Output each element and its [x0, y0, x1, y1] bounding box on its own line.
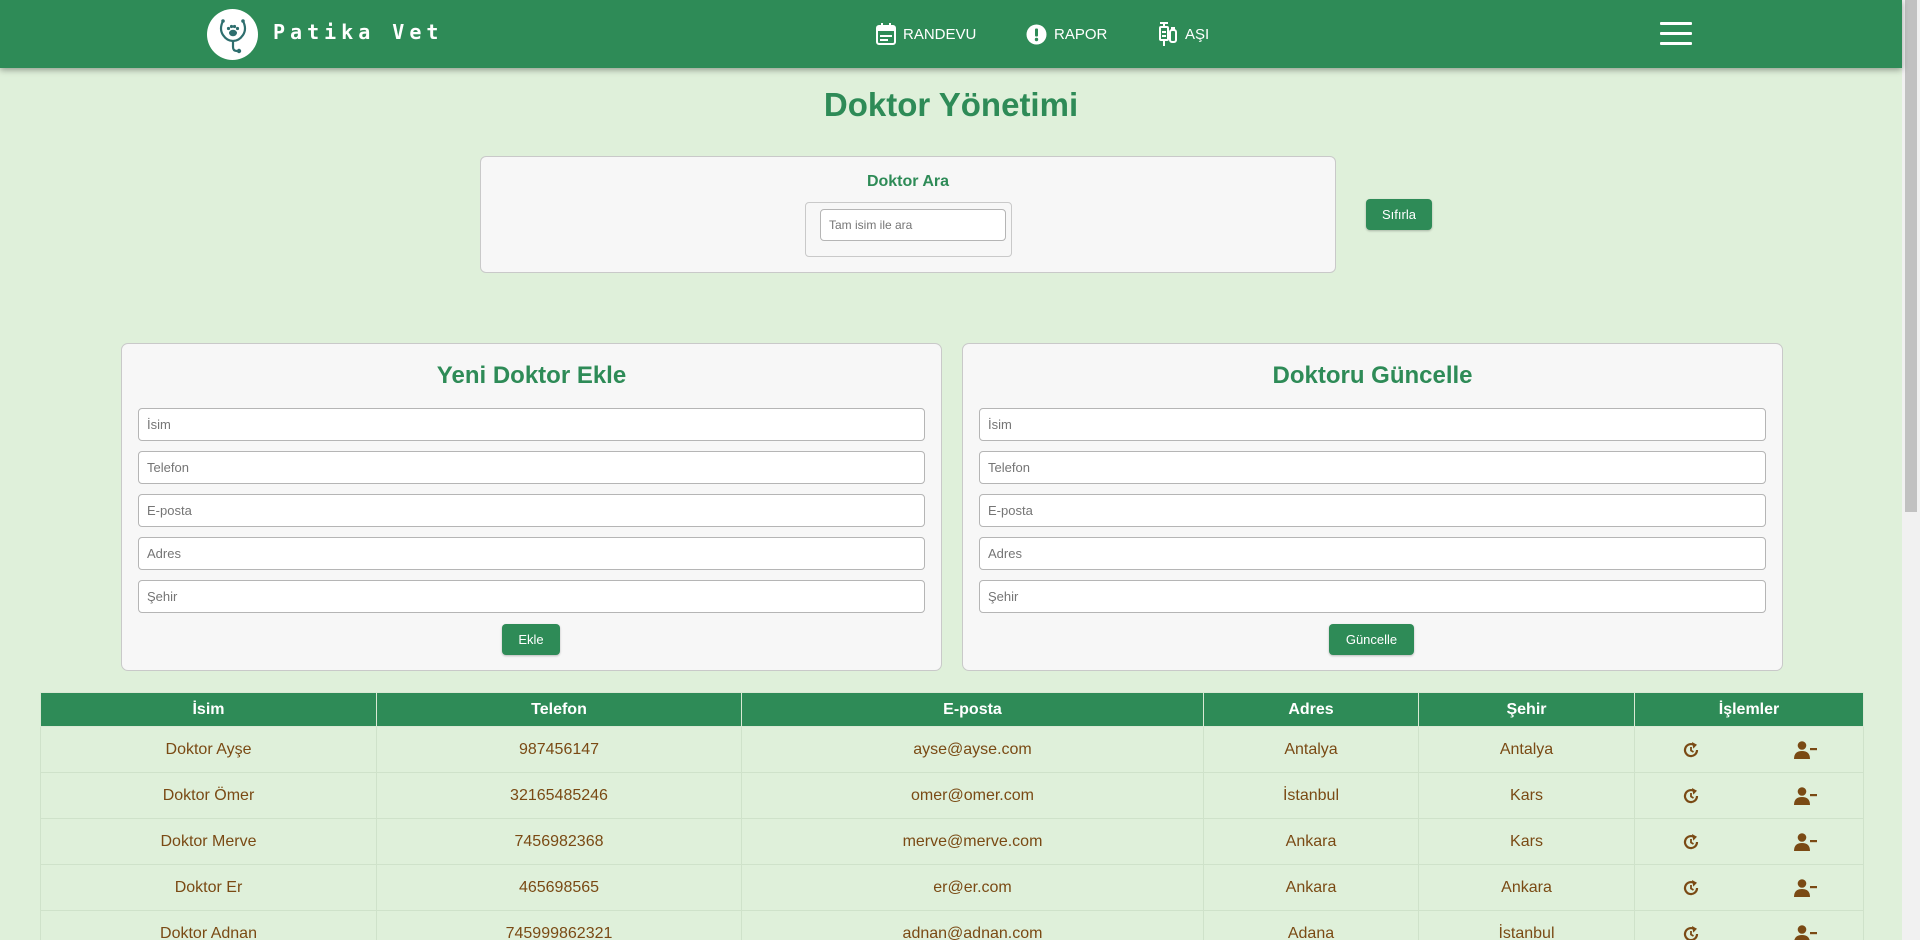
cell-city: Ankara: [1418, 864, 1635, 911]
table-header-row: İsim Telefon E-posta Adres Şehir İşlemle…: [40, 692, 1864, 727]
refresh-icon[interactable]: [1681, 924, 1701, 940]
update-doctor-card: Doktoru Güncelle Güncelle: [962, 343, 1783, 671]
update-phone-input[interactable]: [979, 451, 1766, 484]
reset-button[interactable]: Sıfırla: [1366, 199, 1432, 230]
brand-name[interactable]: Patika Vet: [273, 20, 443, 44]
cell-city: Antalya: [1418, 726, 1635, 773]
header-city[interactable]: Şehir: [1418, 692, 1635, 727]
add-name-input[interactable]: [138, 408, 925, 441]
add-doctor-card: Yeni Doktor Ekle Ekle: [121, 343, 942, 671]
update-city-input[interactable]: [979, 580, 1766, 613]
header-phone[interactable]: Telefon: [376, 692, 742, 727]
cell-actions: [1634, 726, 1864, 773]
cell-address: Antalya: [1203, 726, 1419, 773]
cell-actions: [1634, 910, 1864, 940]
nav-rapor[interactable]: RAPOR: [1026, 22, 1107, 46]
cell-phone: 987456147: [376, 726, 742, 773]
scrollbar-thumb[interactable]: [1905, 0, 1917, 512]
table-row[interactable]: Doktor Adnan 745999862321 adnan@adnan.com A…: [40, 910, 1864, 940]
search-input[interactable]: [820, 209, 1006, 241]
remove-user-icon[interactable]: [1793, 924, 1817, 940]
refresh-icon[interactable]: [1681, 832, 1701, 852]
cell-email: omer@omer.com: [741, 772, 1204, 819]
cell-name: Doktor Ayşe: [40, 726, 377, 773]
cell-email: adnan@adnan.com: [741, 910, 1204, 940]
cell-city: Kars: [1418, 818, 1635, 865]
cell-name: Doktor Ömer: [40, 772, 377, 819]
add-button[interactable]: Ekle: [502, 624, 560, 655]
add-phone-input[interactable]: [138, 451, 925, 484]
nav-randevu[interactable]: RANDEVU: [876, 22, 976, 46]
table-row[interactable]: Doktor Er 465698565 er@er.com Ankara Ankara: [40, 864, 1864, 911]
add-email-input[interactable]: [138, 494, 925, 527]
table-row[interactable]: Doktor Ömer 32165485246 omer@omer.com İstan…: [40, 772, 1864, 819]
cell-name: Doktor Merve: [40, 818, 377, 865]
cell-address: Ankara: [1203, 818, 1419, 865]
cell-address: İstanbul: [1203, 772, 1419, 819]
header-name[interactable]: İsim: [40, 692, 377, 727]
cell-email: merve@merve.com: [741, 818, 1204, 865]
cell-actions: [1634, 864, 1864, 911]
update-doctor-title: Doktoru Güncelle: [1272, 362, 1473, 389]
page-scrollbar[interactable]: [1902, 0, 1920, 940]
remove-user-icon[interactable]: [1793, 740, 1817, 760]
add-doctor-title: Yeni Doktor Ekle: [436, 362, 627, 389]
doctor-table: İsim Telefon E-posta Adres Şehir İşlemle…: [40, 692, 1864, 940]
remove-user-icon[interactable]: [1793, 786, 1817, 806]
refresh-icon[interactable]: [1681, 878, 1701, 898]
cell-city: İstanbul: [1418, 910, 1635, 940]
cell-actions: [1634, 818, 1864, 865]
syringe-icon: [1159, 22, 1177, 46]
nav-asi[interactable]: AŞI: [1158, 22, 1209, 46]
cell-address: Adana: [1203, 910, 1419, 940]
doctor-table-wrapper: İsim Telefon E-posta Adres Şehir İşlemle…: [40, 692, 1864, 940]
update-button[interactable]: Güncelle: [1329, 624, 1414, 655]
alert-circle-icon: [1026, 24, 1047, 44]
cell-address: Ankara: [1203, 864, 1419, 911]
cell-phone: 745999862321: [376, 910, 742, 940]
menu-hamburger-icon[interactable]: [1660, 22, 1692, 46]
cell-name: Doktor Er: [40, 864, 377, 911]
cell-actions: [1634, 772, 1864, 819]
refresh-icon[interactable]: [1681, 740, 1701, 760]
update-name-input[interactable]: [979, 408, 1766, 441]
remove-user-icon[interactable]: [1793, 878, 1817, 898]
cell-email: er@er.com: [741, 864, 1204, 911]
add-city-input[interactable]: [138, 580, 925, 613]
stethoscope-paw-icon: [219, 18, 246, 53]
nav-randevu-label: RANDEVU: [903, 25, 977, 43]
top-navbar: Patika Vet RANDEVU RAPOR AŞI: [0, 0, 1902, 68]
refresh-icon[interactable]: [1681, 786, 1701, 806]
table-row[interactable]: Doktor Merve 7456982368 merve@merve.com Ank…: [40, 818, 1864, 865]
remove-user-icon[interactable]: [1793, 832, 1817, 852]
table-row[interactable]: Doktor Ayşe 987456147 ayse@ayse.com Antalya…: [40, 726, 1864, 773]
update-email-input[interactable]: [979, 494, 1766, 527]
nav-rapor-label: RAPOR: [1054, 25, 1108, 43]
cell-phone: 32165485246: [376, 772, 742, 819]
header-email[interactable]: E-posta: [741, 692, 1204, 727]
cell-name: Doktor Adnan: [40, 910, 377, 940]
cell-city: Kars: [1418, 772, 1635, 819]
header-address[interactable]: Adres: [1203, 692, 1419, 727]
calendar-icon: [876, 23, 896, 45]
cell-phone: 7456982368: [376, 818, 742, 865]
search-title: Doktor Ara: [866, 173, 950, 190]
nav-asi-label: AŞI: [1185, 25, 1210, 43]
search-card: Doktor Ara: [480, 156, 1336, 273]
cell-phone: 465698565: [376, 864, 742, 911]
search-input-wrapper: [805, 202, 1012, 257]
page-title: Doktor Yönetimi: [823, 86, 1079, 123]
cell-email: ayse@ayse.com: [741, 726, 1204, 773]
update-address-input[interactable]: [979, 537, 1766, 570]
add-address-input[interactable]: [138, 537, 925, 570]
header-actions: İşlemler: [1634, 692, 1864, 727]
logo[interactable]: [207, 9, 258, 60]
